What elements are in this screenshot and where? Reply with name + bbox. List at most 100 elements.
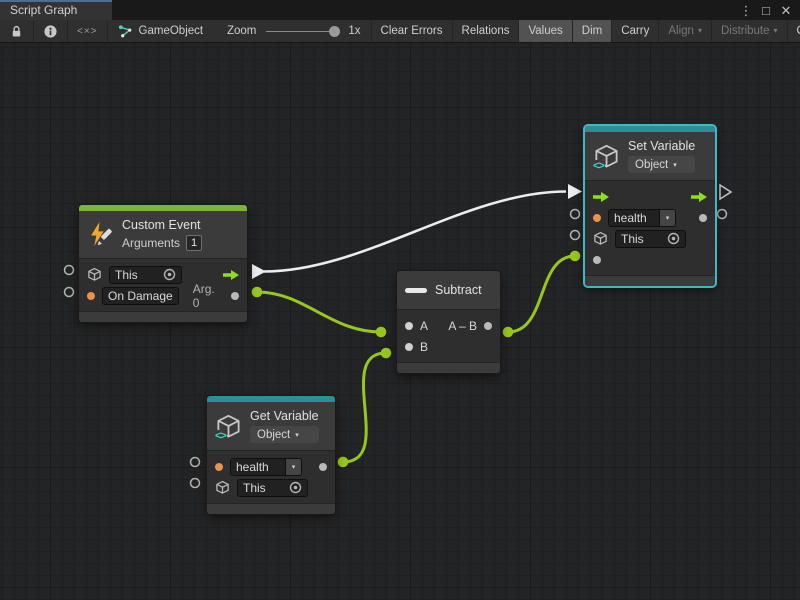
- wire-flow-customevent-to-setvariable[interactable]: [252, 184, 582, 279]
- value-output-port-dot[interactable]: [319, 463, 327, 471]
- event-name-row: On Damage Arg. 0: [79, 285, 247, 306]
- string-port-dot[interactable]: [87, 292, 95, 300]
- name-port-dot[interactable]: [593, 214, 601, 222]
- overview-button[interactable]: Overv: [788, 20, 800, 42]
- variable-name-value: health: [236, 460, 280, 474]
- cube-icon: [593, 231, 608, 246]
- carry-toggle[interactable]: Carry: [612, 20, 659, 42]
- node-footer: [397, 362, 500, 373]
- variable-picker-button[interactable]: ▾: [660, 209, 676, 227]
- wire-arg0-to-subtract-a[interactable]: [252, 287, 387, 338]
- name-port-dot[interactable]: [215, 463, 223, 471]
- code-view-button[interactable]: <×>: [68, 20, 108, 42]
- tab-script-graph[interactable]: Script Graph: [0, 0, 112, 20]
- tab-title: Script Graph: [10, 3, 77, 17]
- zoom-slider[interactable]: [266, 31, 338, 32]
- arg0-port-dot[interactable]: [231, 292, 239, 300]
- relations-button[interactable]: Relations: [453, 20, 520, 42]
- node-title: Subtract: [435, 283, 482, 297]
- node-footer: [585, 275, 715, 286]
- output-port-dot[interactable]: [484, 322, 492, 330]
- cube-icon: [87, 267, 102, 282]
- flow-in-arrow-icon[interactable]: [593, 192, 609, 202]
- setvariable-flow-out-connector[interactable]: [720, 185, 731, 199]
- node-custom-event[interactable]: Custom Event Arguments 1 This: [79, 205, 247, 322]
- window-maximize-icon[interactable]: □: [758, 2, 774, 18]
- arguments-count-input[interactable]: 1: [186, 235, 202, 251]
- variable-brackets-icon: <>: [592, 160, 605, 172]
- align-dropdown[interactable]: Align▾: [659, 20, 712, 42]
- window-controls: ⋮ □ ✕: [738, 0, 800, 20]
- node-get-variable[interactable]: <> Get Variable Object ▾ health ▾: [207, 396, 335, 514]
- relations-label: Relations: [462, 25, 510, 37]
- variable-picker-button[interactable]: ▾: [286, 458, 302, 476]
- window-close-icon[interactable]: ✕: [778, 2, 794, 18]
- dim-toggle[interactable]: Dim: [573, 20, 612, 42]
- input-b-row: B: [397, 336, 500, 357]
- target-value: This: [621, 232, 663, 246]
- variable-name-field[interactable]: health: [608, 209, 660, 227]
- node-title: Get Variable: [250, 409, 319, 423]
- graph-toolbar: <×> GameObject Zoom 1x Clear Errors Rela…: [0, 20, 800, 43]
- align-label: Align: [668, 25, 694, 37]
- target-value: This: [243, 481, 285, 495]
- overview-label: Overv: [797, 25, 800, 37]
- variable-scope-dropdown[interactable]: Object ▾: [250, 426, 319, 443]
- input-b-port-dot[interactable]: [405, 343, 413, 351]
- chevron-down-icon: ▾: [774, 27, 778, 35]
- target-icon[interactable]: [667, 232, 680, 245]
- window-menu-icon[interactable]: ⋮: [738, 2, 754, 18]
- values-label: Values: [528, 25, 562, 37]
- cube-icon: [215, 480, 230, 495]
- chevron-down-icon: ▾: [295, 431, 299, 439]
- event-name-value: On Damage: [108, 289, 173, 303]
- target-field[interactable]: This: [237, 479, 308, 497]
- wire-subtract-to-setvariable-value[interactable]: [503, 251, 581, 338]
- lock-icon: [9, 24, 24, 39]
- node-subtract[interactable]: Subtract A A – B B: [397, 271, 500, 373]
- input-a-port-dot[interactable]: [405, 322, 413, 330]
- value-output-port-dot[interactable]: [699, 214, 707, 222]
- input-a-label: A: [420, 319, 428, 333]
- gameobject-label[interactable]: GameObject: [139, 25, 204, 37]
- event-name-field[interactable]: On Damage: [102, 287, 179, 305]
- node-set-variable[interactable]: <> Set Variable Object ▾: [585, 126, 715, 286]
- minus-icon: [405, 288, 427, 293]
- distribute-dropdown[interactable]: Distribute ▾: [712, 20, 788, 42]
- target-value: This: [115, 268, 159, 282]
- output-label: A – B: [448, 319, 477, 333]
- chevron-down-icon: ▾: [673, 161, 677, 169]
- lock-button[interactable]: [0, 20, 34, 42]
- scope-value: Object: [635, 159, 668, 171]
- variable-name-field[interactable]: health: [230, 458, 286, 476]
- value-input-port-dot[interactable]: [593, 256, 601, 264]
- chevron-down-icon: ▾: [666, 214, 670, 222]
- graph-canvas[interactable]: Custom Event Arguments 1 This: [0, 43, 800, 600]
- carry-label: Carry: [621, 25, 649, 37]
- tab-focus-accent: [0, 0, 112, 2]
- flow-row: [585, 186, 715, 207]
- values-toggle[interactable]: Values: [519, 20, 572, 42]
- node-footer: [207, 503, 335, 514]
- node-footer: [79, 311, 247, 322]
- zoom-value: 1x: [348, 25, 360, 37]
- info-button[interactable]: [34, 20, 68, 42]
- variable-scope-dropdown[interactable]: Object ▾: [628, 156, 695, 173]
- wire-getvariable-to-subtract-b[interactable]: [338, 348, 392, 468]
- custom-event-icon: [87, 221, 114, 248]
- arg0-label: Arg. 0: [193, 282, 224, 310]
- distribute-label: Distribute: [721, 25, 770, 37]
- node-title: Set Variable: [628, 139, 695, 153]
- target-icon[interactable]: [289, 481, 302, 494]
- target-field[interactable]: This: [615, 230, 686, 248]
- flow-out-arrow-icon[interactable]: [691, 192, 707, 202]
- info-icon: [43, 24, 58, 39]
- flow-arrow-icon[interactable]: [223, 270, 239, 280]
- target-icon[interactable]: [163, 268, 176, 281]
- clear-errors-button[interactable]: Clear Errors: [372, 20, 453, 42]
- node-title: Custom Event: [122, 218, 202, 232]
- target-field[interactable]: This: [109, 266, 182, 284]
- zoom-slider-handle[interactable]: [329, 26, 340, 37]
- arguments-label: Arguments: [122, 236, 180, 250]
- target-port-row: This: [585, 228, 715, 249]
